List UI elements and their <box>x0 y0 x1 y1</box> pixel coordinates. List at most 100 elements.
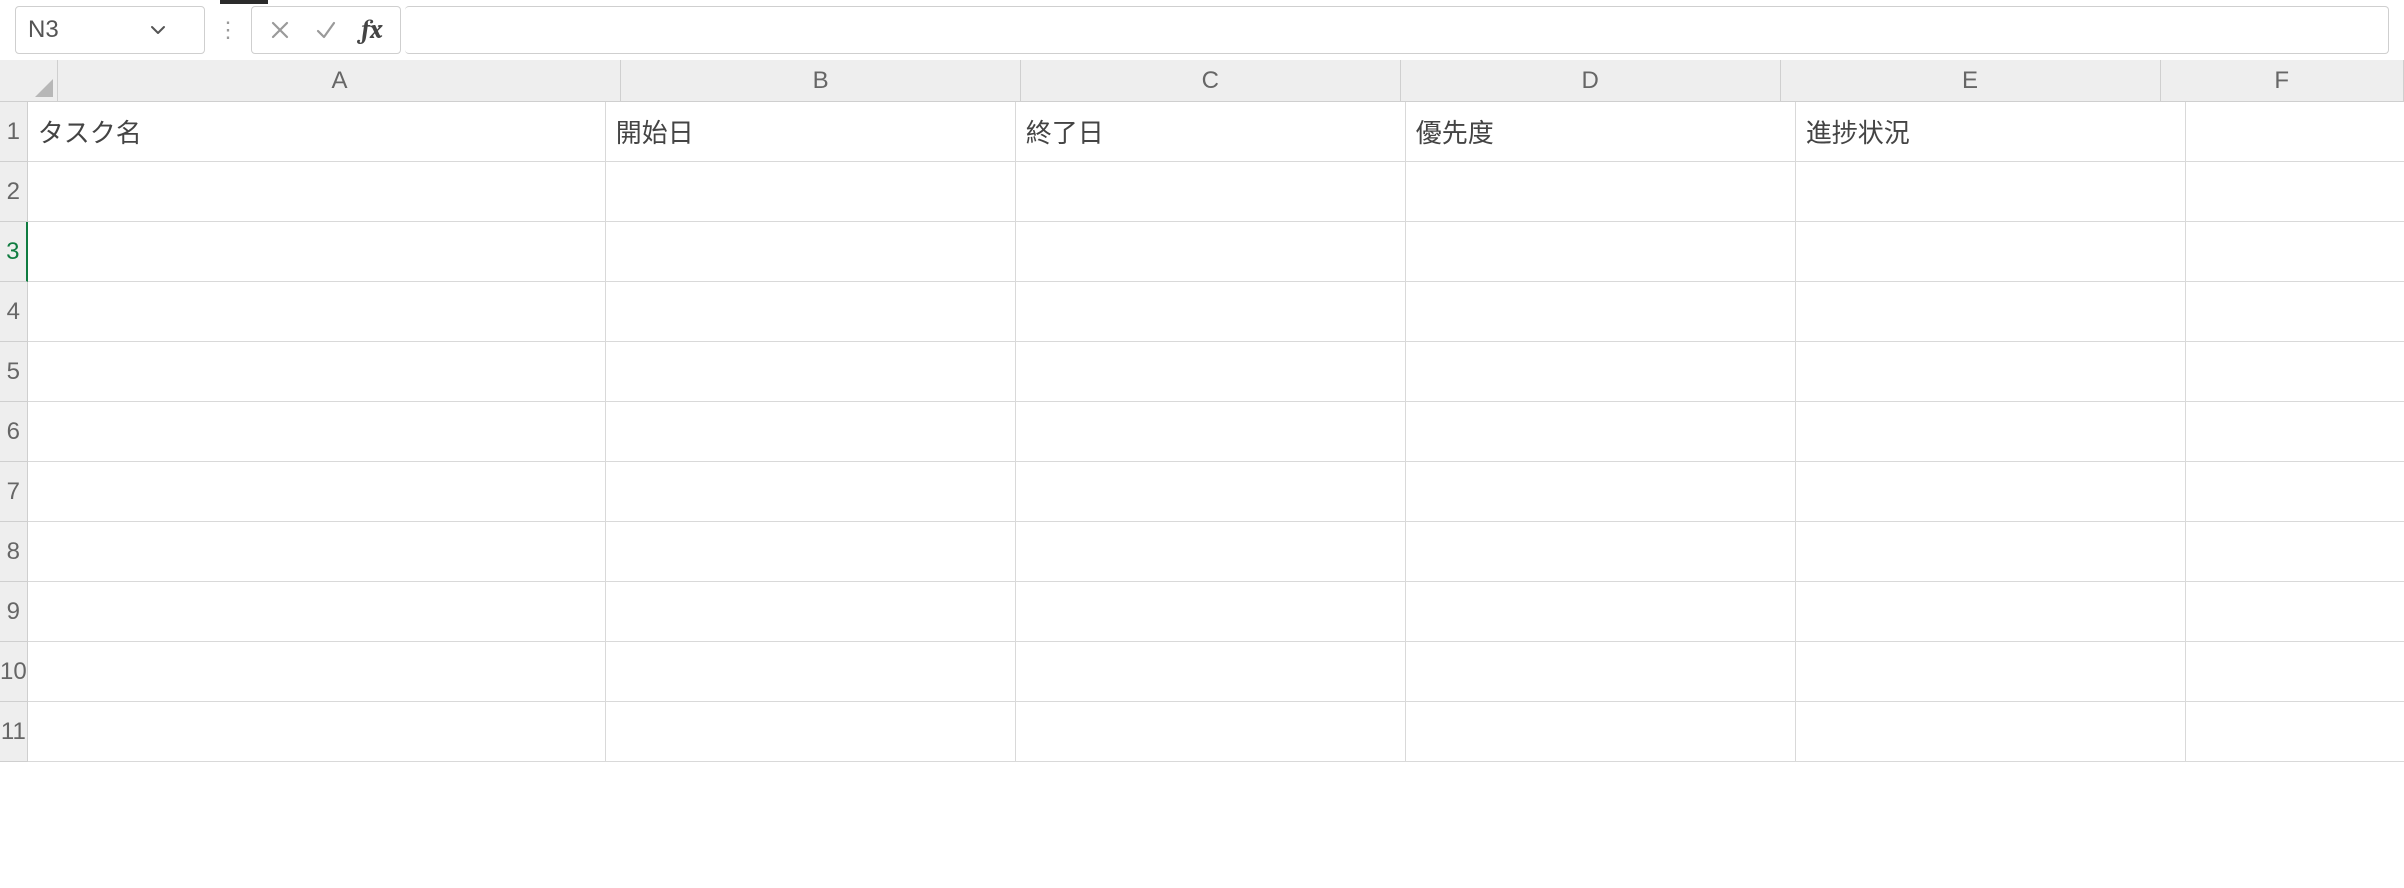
cell-F9[interactable] <box>2186 582 2404 642</box>
cell-D9[interactable] <box>1406 582 1796 642</box>
row-header-11[interactable]: 11 <box>0 702 28 762</box>
row-header-3[interactable]: 3 <box>0 222 28 282</box>
cell-C6[interactable] <box>1016 402 1406 462</box>
more-dots-icon[interactable]: ⋮ <box>215 17 241 43</box>
formula-bar[interactable] <box>405 6 2389 54</box>
cell-C2[interactable] <box>1016 162 1406 222</box>
row-header-7[interactable]: 7 <box>0 462 28 522</box>
cells-area: タスク名 開始日 終了日 優先度 進捗状況 <box>28 102 2404 888</box>
cell-C11[interactable] <box>1016 702 1406 762</box>
cell-C5[interactable] <box>1016 342 1406 402</box>
column-header-B[interactable]: B <box>621 60 1020 102</box>
name-box[interactable] <box>15 6 205 54</box>
column-header-C[interactable]: C <box>1021 60 1401 102</box>
row-header-4[interactable]: 4 <box>0 282 28 342</box>
cell-A10[interactable] <box>28 642 606 702</box>
confirm-icon <box>314 18 338 42</box>
cell-F6[interactable] <box>2186 402 2404 462</box>
cell-E8[interactable] <box>1796 522 2186 582</box>
cell-B6[interactable] <box>606 402 1016 462</box>
cell-A3[interactable] <box>28 222 606 282</box>
cell-F8[interactable] <box>2186 522 2404 582</box>
cell-C8[interactable] <box>1016 522 1406 582</box>
cancel-formula-button[interactable] <box>262 12 298 48</box>
cell-D8[interactable] <box>1406 522 1796 582</box>
cell-F11[interactable] <box>2186 702 2404 762</box>
cell-F1[interactable] <box>2186 102 2404 162</box>
cell-E7[interactable] <box>1796 462 2186 522</box>
cell-E3[interactable] <box>1796 222 2186 282</box>
formula-bar-row: ⋮ fx <box>0 0 2404 60</box>
cell-D10[interactable] <box>1406 642 1796 702</box>
cell-B9[interactable] <box>606 582 1016 642</box>
cell-A4[interactable] <box>28 282 606 342</box>
cell-D5[interactable] <box>1406 342 1796 402</box>
row-header-8[interactable]: 8 <box>0 522 28 582</box>
name-box-dropdown[interactable] <box>144 16 172 44</box>
spreadsheet-grid: A B C D E F 1 2 3 4 5 6 7 8 9 10 11 タスク名… <box>0 60 2404 888</box>
cell-E6[interactable] <box>1796 402 2186 462</box>
cell-D3[interactable] <box>1406 222 1796 282</box>
table-row: タスク名 開始日 終了日 優先度 進捗状況 <box>28 102 2404 162</box>
name-box-input[interactable] <box>28 16 138 44</box>
cell-E2[interactable] <box>1796 162 2186 222</box>
cell-F7[interactable] <box>2186 462 2404 522</box>
cell-A5[interactable] <box>28 342 606 402</box>
cell-D1[interactable]: 優先度 <box>1406 102 1796 162</box>
cell-E1[interactable]: 進捗状況 <box>1796 102 2186 162</box>
cell-A9[interactable] <box>28 582 606 642</box>
cell-D2[interactable] <box>1406 162 1796 222</box>
row-header-2[interactable]: 2 <box>0 162 28 222</box>
column-header-D[interactable]: D <box>1401 60 1781 102</box>
cell-E11[interactable] <box>1796 702 2186 762</box>
cell-F2[interactable] <box>2186 162 2404 222</box>
row-header-9[interactable]: 9 <box>0 582 28 642</box>
column-header-A[interactable]: A <box>58 60 621 102</box>
row-header-1[interactable]: 1 <box>0 102 28 162</box>
cell-A6[interactable] <box>28 402 606 462</box>
cell-A2[interactable] <box>28 162 606 222</box>
cell-A8[interactable] <box>28 522 606 582</box>
cell-C4[interactable] <box>1016 282 1406 342</box>
column-header-F[interactable]: F <box>2161 60 2404 102</box>
formula-input[interactable] <box>417 16 2388 44</box>
cell-B4[interactable] <box>606 282 1016 342</box>
select-all-corner[interactable] <box>0 60 58 102</box>
cell-B10[interactable] <box>606 642 1016 702</box>
cell-C1[interactable]: 終了日 <box>1016 102 1406 162</box>
cell-D6[interactable] <box>1406 402 1796 462</box>
table-row <box>28 462 2404 522</box>
cell-B7[interactable] <box>606 462 1016 522</box>
cell-F10[interactable] <box>2186 642 2404 702</box>
cell-B3[interactable] <box>606 222 1016 282</box>
cell-F4[interactable] <box>2186 282 2404 342</box>
cell-B11[interactable] <box>606 702 1016 762</box>
row-header-6[interactable]: 6 <box>0 402 28 462</box>
cell-D11[interactable] <box>1406 702 1796 762</box>
cell-A7[interactable] <box>28 462 606 522</box>
table-row <box>28 642 2404 702</box>
cell-F5[interactable] <box>2186 342 2404 402</box>
cell-B8[interactable] <box>606 522 1016 582</box>
cell-D4[interactable] <box>1406 282 1796 342</box>
row-header-5[interactable]: 5 <box>0 342 28 402</box>
row-header-10[interactable]: 10 <box>0 642 28 702</box>
cell-A1[interactable]: タスク名 <box>28 102 606 162</box>
cell-E4[interactable] <box>1796 282 2186 342</box>
cell-C9[interactable] <box>1016 582 1406 642</box>
cell-C7[interactable] <box>1016 462 1406 522</box>
cell-A11[interactable] <box>28 702 606 762</box>
column-header-E[interactable]: E <box>1781 60 2161 102</box>
cell-B1[interactable]: 開始日 <box>606 102 1016 162</box>
cell-F3[interactable] <box>2186 222 2404 282</box>
cell-E10[interactable] <box>1796 642 2186 702</box>
insert-function-button[interactable]: fx <box>354 12 390 48</box>
cell-E5[interactable] <box>1796 342 2186 402</box>
cell-B2[interactable] <box>606 162 1016 222</box>
cell-E9[interactable] <box>1796 582 2186 642</box>
cell-C10[interactable] <box>1016 642 1406 702</box>
confirm-formula-button[interactable] <box>308 12 344 48</box>
cell-C3[interactable] <box>1016 222 1406 282</box>
cell-D7[interactable] <box>1406 462 1796 522</box>
cell-B5[interactable] <box>606 342 1016 402</box>
